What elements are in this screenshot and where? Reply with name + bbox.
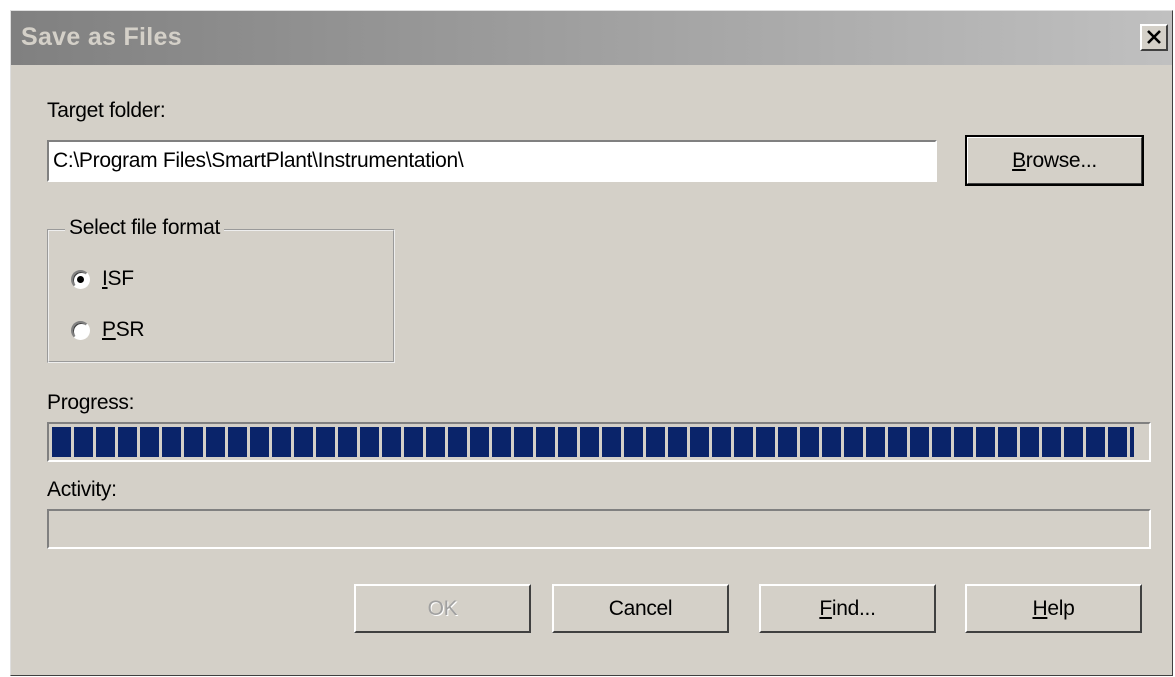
find-accel: F	[819, 596, 832, 620]
close-icon	[1147, 30, 1161, 44]
help-label: elp	[1047, 596, 1075, 620]
browse-button[interactable]: Browse...	[965, 135, 1144, 186]
progress-label: Progress:	[47, 391, 135, 414]
help-button[interactable]: Help	[965, 584, 1142, 633]
radio-psr-indicator[interactable]	[71, 320, 90, 340]
find-label: ind...	[831, 596, 876, 620]
radio-psr-label: PSR	[102, 318, 145, 341]
find-button[interactable]: Find...	[759, 584, 936, 633]
activity-label: Activity:	[47, 478, 117, 501]
file-format-group: Select file format ISF PSR	[47, 216, 395, 363]
ok-button[interactable]: OK	[354, 584, 531, 633]
close-button[interactable]	[1140, 24, 1168, 51]
activity-field	[47, 509, 1151, 549]
title-bar[interactable]: Save as Files	[11, 11, 1172, 65]
target-folder-label: Target folder:	[47, 99, 166, 122]
file-format-legend: Select file format	[65, 216, 224, 240]
progress-fill	[52, 427, 1134, 457]
radio-isf-indicator[interactable]	[71, 269, 90, 289]
cancel-button[interactable]: Cancel	[552, 584, 729, 633]
progress-bar	[47, 422, 1151, 462]
window-title: Save as Files	[21, 23, 182, 51]
radio-isf[interactable]: ISF	[71, 267, 134, 291]
browse-label: rowse...	[1025, 148, 1097, 172]
save-as-files-dialog: Save as Files Target folder: Browse... S…	[10, 10, 1173, 676]
radio-isf-label: ISF	[102, 267, 134, 290]
help-accel: H	[1032, 596, 1048, 620]
radio-selected-dot	[77, 275, 84, 283]
radio-psr[interactable]: PSR	[71, 318, 145, 342]
browse-accel: B	[1012, 148, 1026, 172]
target-folder-input[interactable]	[47, 140, 937, 182]
